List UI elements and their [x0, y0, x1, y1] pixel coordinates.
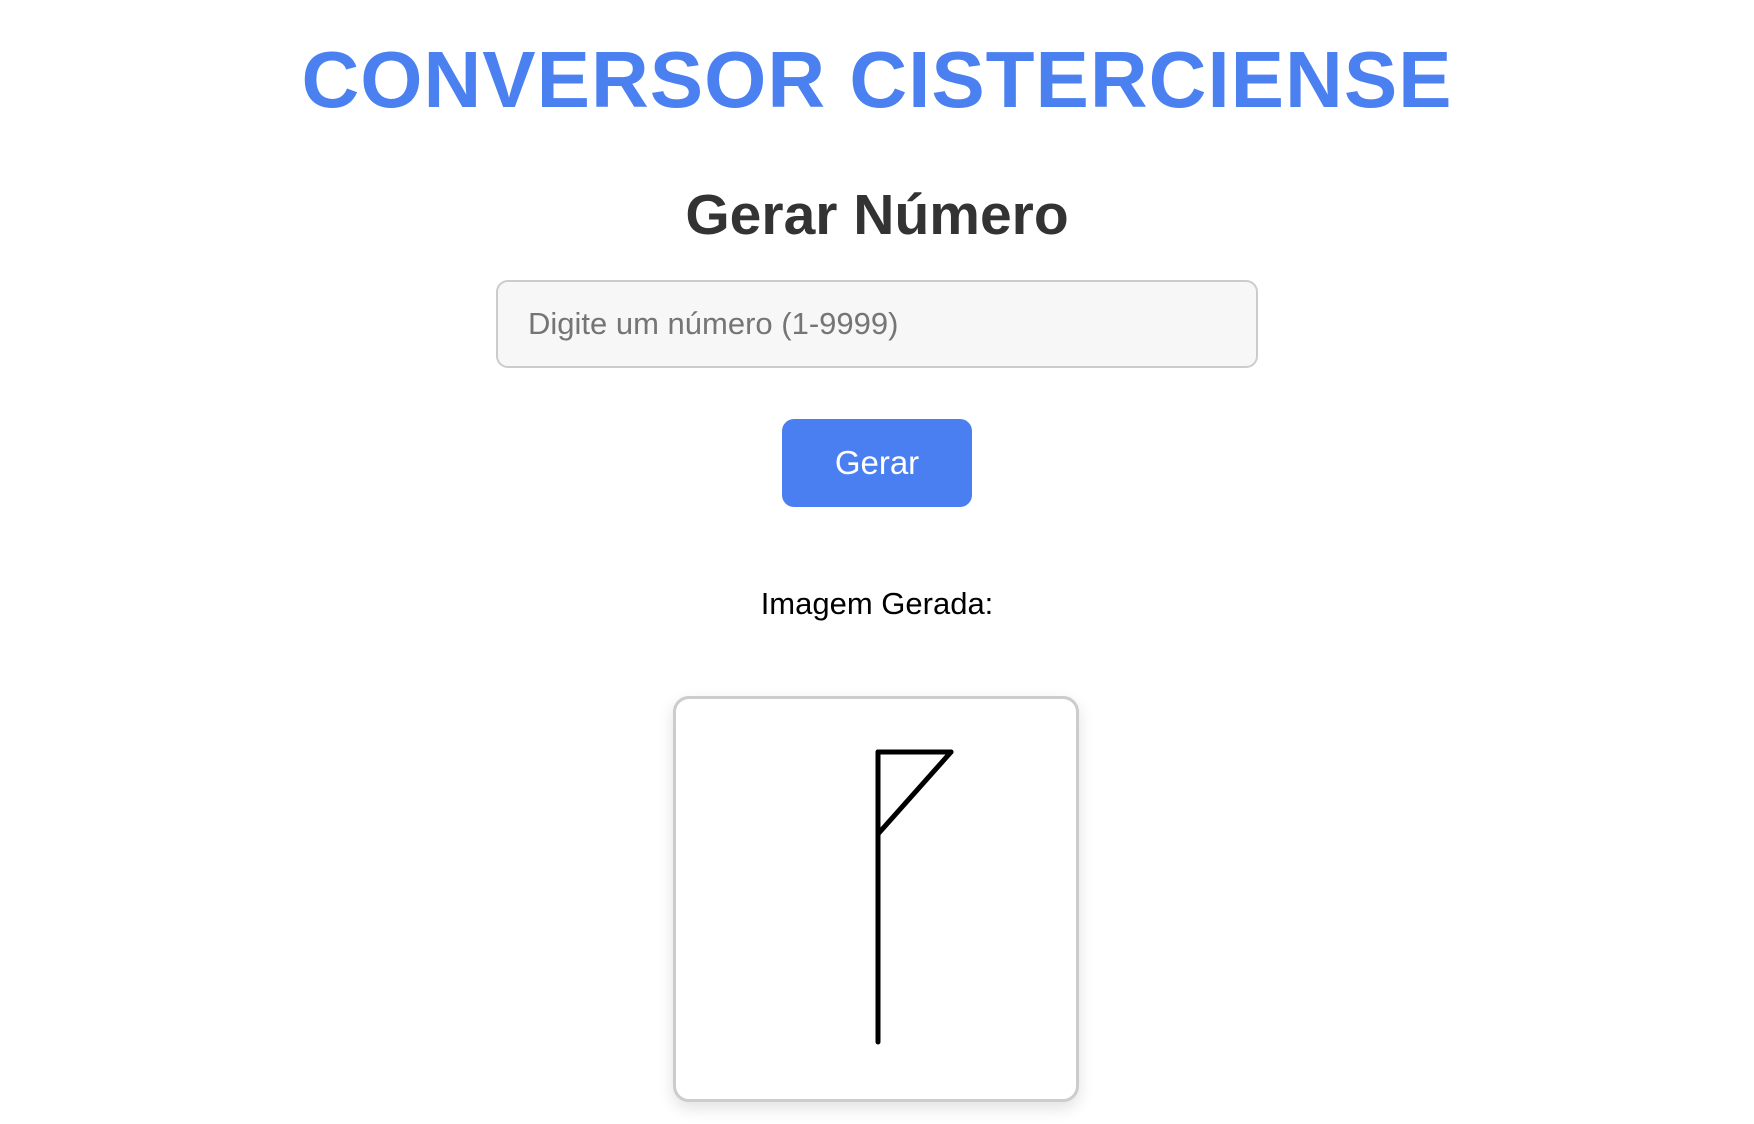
- generated-image-frame: [673, 696, 1079, 1102]
- cistercian-numeral-image: [875, 749, 954, 1045]
- page-title: CONVERSOR CISTERCIENSE: [301, 35, 1453, 124]
- generate-button[interactable]: Gerar: [782, 419, 972, 507]
- page: CONVERSOR CISTERCIENSE Gerar Número Gera…: [0, 0, 1754, 1124]
- section-title: Gerar Número: [685, 183, 1069, 247]
- number-input[interactable]: [496, 280, 1258, 368]
- result-label: Imagem Gerada:: [760, 586, 994, 621]
- numeral-diagonal-stroke: [875, 749, 954, 837]
